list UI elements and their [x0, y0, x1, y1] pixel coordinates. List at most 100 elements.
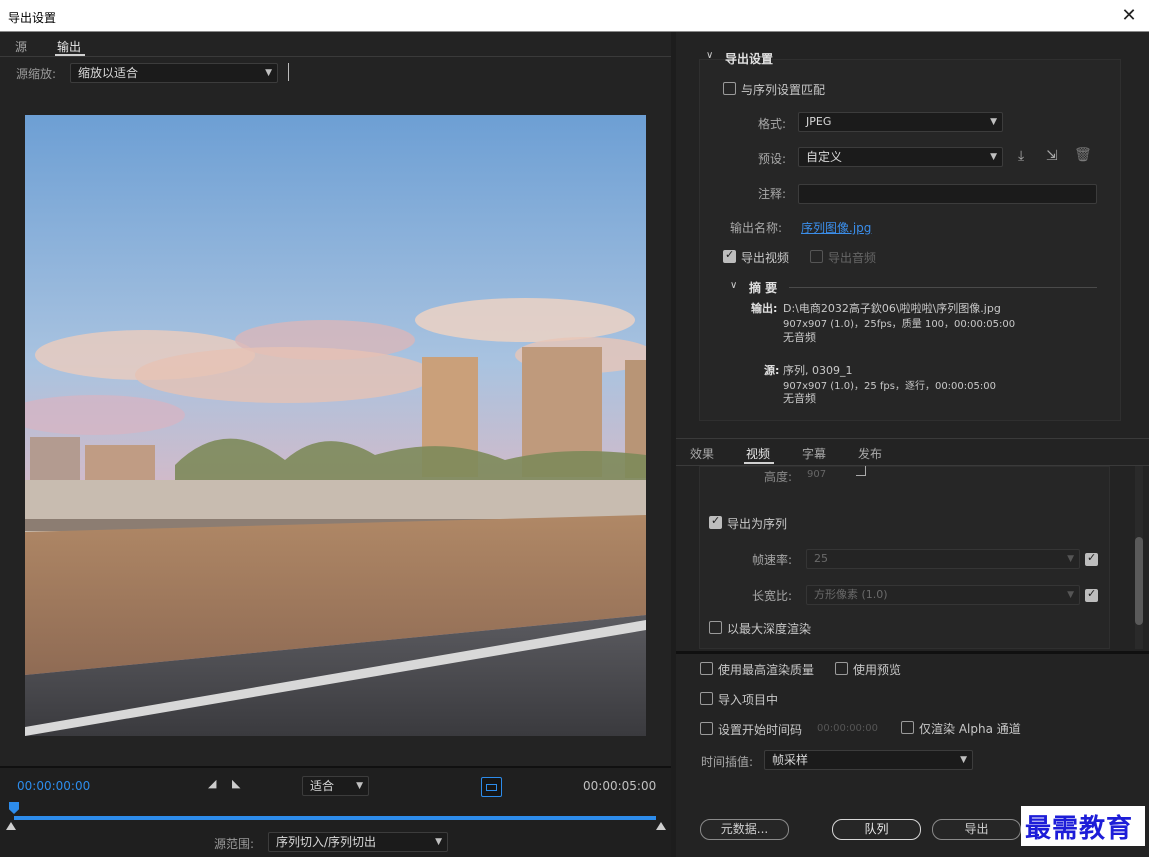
- export-button[interactable]: 导出: [932, 819, 1021, 840]
- tab-source[interactable]: 源: [15, 38, 27, 55]
- fit-dropdown[interactable]: 适合 ▼: [302, 776, 369, 796]
- aspect-dropdown[interactable]: 方形像素 (1.0) ▼: [806, 585, 1080, 605]
- summary-source-label: 源:: [764, 364, 780, 377]
- export-as-sequence-label: 导出为序列: [727, 517, 788, 531]
- max-depth-checkbox[interactable]: [709, 621, 722, 634]
- tab-divider: [0, 56, 671, 57]
- frame-rate-checkbox[interactable]: [1085, 551, 1098, 566]
- aspect-value: 方形像素 (1.0): [814, 588, 888, 601]
- source-range-label: 源范围:: [214, 837, 255, 851]
- tab-video[interactable]: 视频: [746, 445, 770, 462]
- chevron-down-icon: ▼: [990, 152, 997, 162]
- chevron-down-icon[interactable]: ∨: [706, 50, 713, 61]
- match-sequence-label: 与序列设置匹配: [741, 83, 826, 97]
- import-preset-icon[interactable]: ⇲: [1046, 148, 1058, 164]
- panel-splitter[interactable]: [676, 651, 1149, 654]
- aspect-correction-icon-inner: [486, 784, 497, 791]
- range-end-handle[interactable]: [656, 822, 666, 830]
- summary-output-label: 输出:: [751, 302, 778, 315]
- max-quality-label: 使用最高渲染质量: [718, 663, 815, 677]
- chevron-down-icon: ▼: [990, 117, 997, 127]
- right-panel: ∨ 导出设置 与序列设置匹配 格式: JPEG ▼ 预设: 自定义 ▼ ⤓ ⇲ …: [676, 32, 1149, 857]
- save-preset-icon[interactable]: ⤓: [1018, 148, 1024, 164]
- export-settings-header: 导出设置: [725, 52, 774, 66]
- export-video-label: 导出视频: [741, 251, 790, 265]
- start-timecode-label: 设置开始时间码: [718, 723, 803, 737]
- time-interp-value: 帧采样: [772, 753, 809, 767]
- title-bar: 导出设置 ✕: [0, 0, 1149, 32]
- format-dropdown[interactable]: JPEG ▼: [798, 112, 1003, 132]
- chevron-down-icon: ▼: [356, 781, 363, 791]
- mark-out-icon[interactable]: ◣: [232, 777, 240, 790]
- comment-input[interactable]: [798, 184, 1097, 204]
- aspect-checkbox[interactable]: [1085, 587, 1098, 602]
- import-project-label: 导入项目中: [718, 693, 779, 707]
- time-interp-label: 时间插值:: [701, 755, 754, 769]
- format-label: 格式:: [758, 117, 787, 131]
- tab-publish[interactable]: 发布: [858, 445, 882, 462]
- summary-output-audio: 无音频: [783, 331, 816, 344]
- chevron-down-icon: ▼: [960, 755, 967, 765]
- tab-effects[interactable]: 效果: [690, 445, 714, 462]
- tab-video-underline: [744, 462, 774, 464]
- playhead-icon[interactable]: [9, 802, 19, 814]
- export-video-checkbox[interactable]: [723, 248, 736, 263]
- time-interp-dropdown[interactable]: 帧采样 ▼: [764, 750, 973, 770]
- match-sequence-checkbox[interactable]: [723, 82, 736, 95]
- preview-image: [25, 115, 646, 736]
- delete-preset-icon[interactable]: 🗑: [1074, 147, 1092, 163]
- frame-rate-dropdown[interactable]: 25 ▼: [806, 549, 1080, 569]
- tab-output[interactable]: 输出: [57, 38, 81, 55]
- use-preview-checkbox[interactable]: [835, 662, 848, 675]
- chevron-down-icon: ▼: [1067, 590, 1074, 600]
- format-value: JPEG: [806, 115, 832, 128]
- queue-button[interactable]: 队列: [832, 819, 921, 840]
- chevron-down-icon: ▼: [1067, 554, 1074, 564]
- height-label: 高度:: [764, 470, 793, 484]
- source-range-value: 序列切入/序列切出: [276, 835, 377, 849]
- alpha-only-checkbox[interactable]: [901, 721, 914, 734]
- mark-in-icon[interactable]: ◢: [208, 777, 216, 790]
- aspect-label: 长宽比:: [752, 589, 793, 603]
- source-zoom-label: 源缩放:: [16, 67, 57, 81]
- timecode-end: 00:00:05:00: [583, 779, 657, 793]
- start-timecode-checkbox[interactable]: [700, 722, 713, 735]
- timeline-track[interactable]: [14, 816, 656, 820]
- frame-rate-label: 帧速率:: [752, 553, 793, 567]
- divider-mark: [288, 63, 289, 81]
- frame-rate-value: 25: [814, 552, 828, 565]
- summary-output-path: D:\电商2032高子欽06\啦啦啦\序列图像.jpg: [783, 302, 1001, 315]
- timeline-bar: 00:00:00:00 ◢ ◣ 适合 ▼ 00:00:05:00 源范围: 序列…: [0, 766, 671, 857]
- output-name-label: 输出名称:: [730, 221, 783, 235]
- close-icon[interactable]: ✕: [1109, 0, 1149, 32]
- height-value[interactable]: 907: [807, 469, 826, 480]
- summary-source-name: 序列, 0309_1: [783, 364, 853, 377]
- summary-header: 摘 要: [749, 281, 778, 295]
- tab-captions[interactable]: 字幕: [802, 445, 826, 462]
- max-quality-checkbox[interactable]: [700, 662, 713, 675]
- source-range-dropdown[interactable]: 序列切入/序列切出 ▼: [268, 832, 448, 852]
- preset-dropdown[interactable]: 自定义 ▼: [798, 147, 1003, 167]
- source-zoom-dropdown[interactable]: 缩放以适合 ▼: [70, 63, 278, 83]
- range-start-handle[interactable]: [6, 822, 16, 830]
- output-name-link[interactable]: 序列图像.jpg: [801, 219, 871, 236]
- chevron-down-icon: ▼: [435, 837, 442, 847]
- timecode-start[interactable]: 00:00:00:00: [17, 779, 90, 793]
- source-zoom-value: 缩放以适合: [78, 66, 139, 80]
- summary-divider: [789, 287, 1097, 288]
- metadata-button[interactable]: 元数据...: [700, 819, 789, 840]
- export-audio-checkbox[interactable]: [810, 250, 823, 263]
- start-timecode-value[interactable]: 00:00:00:00: [817, 723, 878, 734]
- import-project-checkbox[interactable]: [700, 692, 713, 705]
- export-as-sequence-checkbox[interactable]: [709, 514, 722, 529]
- summary-output-spec: 907x907 (1.0)，25fps，质量 100，00:00:05:00: [783, 319, 1016, 330]
- preview-scene: [25, 115, 646, 736]
- summary-source-audio: 无音频: [783, 392, 816, 405]
- preset-value: 自定义: [806, 150, 843, 164]
- preset-label: 预设:: [758, 152, 787, 166]
- comment-label: 注释:: [758, 187, 787, 201]
- export-audio-label: 导出音频: [828, 251, 877, 265]
- chevron-down-icon[interactable]: ∨: [730, 280, 737, 291]
- aspect-correction-icon[interactable]: [481, 777, 502, 797]
- scrollbar-thumb[interactable]: [1135, 537, 1143, 625]
